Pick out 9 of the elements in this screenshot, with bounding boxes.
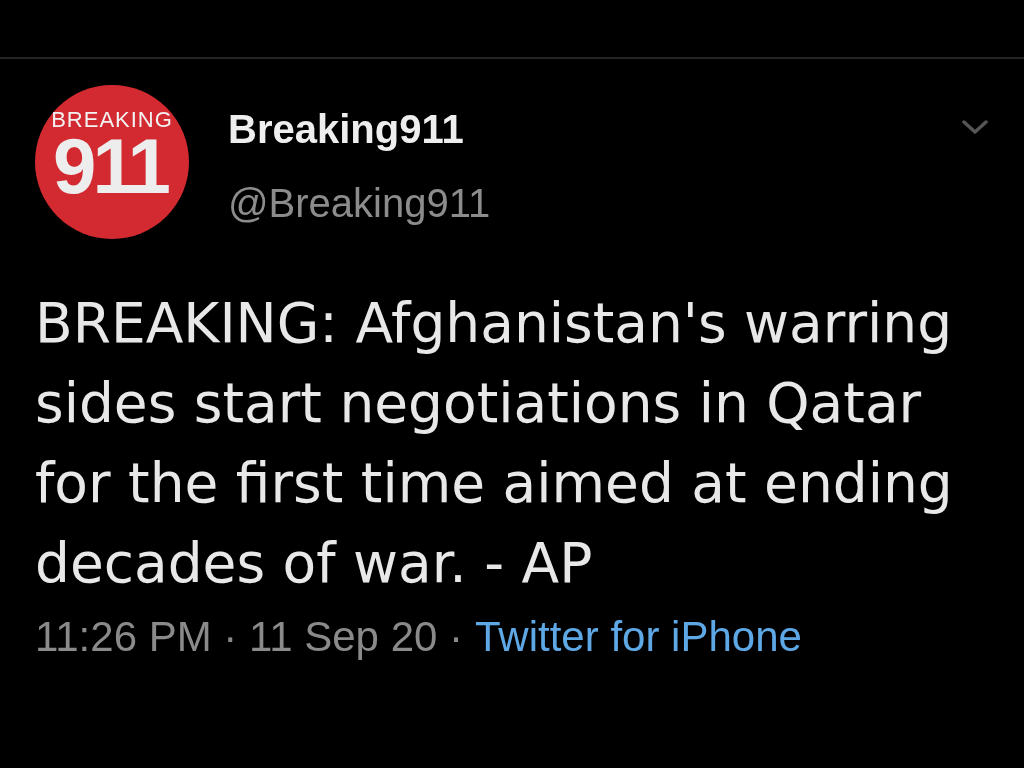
source-link[interactable]: Twitter for iPhone — [475, 613, 802, 661]
user-handle[interactable]: @Breaking911 — [228, 180, 491, 226]
avatar-logo[interactable]: BREAKING 911 — [35, 85, 189, 239]
tweet-timestamp: 11:26 PM · 11 Sep 20 · — [35, 613, 464, 661]
chevron-down-icon[interactable] — [962, 120, 988, 135]
logo-number: 911 — [53, 131, 168, 201]
display-name[interactable]: Breaking911 — [228, 106, 464, 152]
tweet-text: BREAKING: Afghanistan's warring sides start negotiations in Qatar for the first time aimed at ending decades of war. - AP — [35, 290, 954, 597]
logo-caption: BREAKING — [51, 109, 173, 131]
